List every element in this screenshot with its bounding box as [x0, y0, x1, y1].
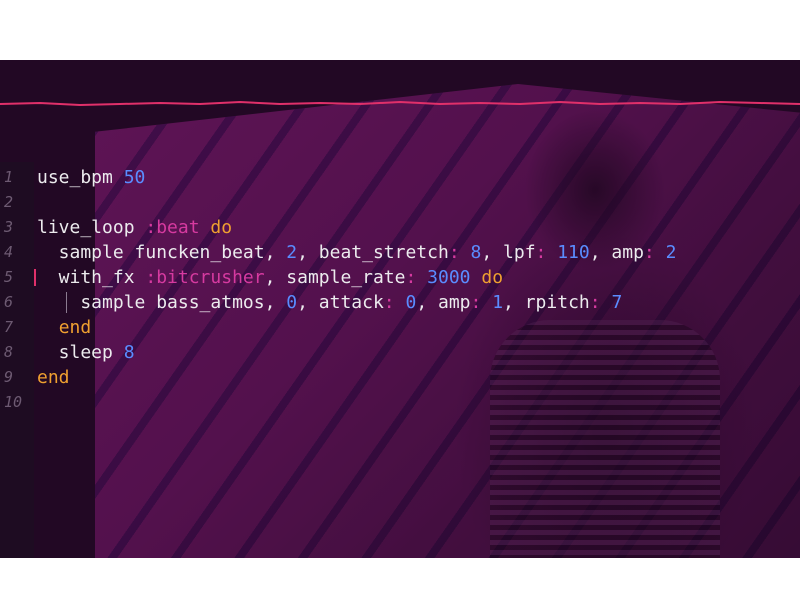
code-token: :: [448, 242, 460, 263]
code-token: , amp: [589, 242, 644, 263]
code-token: use_bpm: [37, 167, 124, 188]
code-token: 0: [286, 292, 298, 313]
line-number: 6: [4, 293, 14, 311]
code-token: , sample_rate: [264, 267, 406, 288]
code-text: use_bpm 50: [37, 165, 145, 190]
code-token: 2: [286, 242, 298, 263]
code-token: :: [589, 292, 601, 313]
line-number: 9: [4, 368, 14, 386]
code-line[interactable]: 4 sample funcken_beat, 2, beat_stretch: …: [0, 240, 800, 265]
line-number: 1: [4, 168, 14, 186]
code-token: sample bass_atmos,: [37, 292, 287, 313]
code-line[interactable]: 8 sleep 8: [0, 340, 800, 365]
code-line[interactable]: 3 live_loop :beat do: [0, 215, 800, 240]
code-text: sample bass_atmos, 0, attack: 0, amp: 1,…: [37, 290, 622, 315]
code-line[interactable]: 2: [0, 190, 800, 215]
line-number: 4: [4, 243, 14, 261]
code-text: sleep 8: [37, 340, 135, 365]
code-text: live_loop :beat do: [37, 215, 232, 240]
code-text: sample funcken_beat, 2, beat_stretch: 8,…: [37, 240, 677, 265]
code-token: live_loop: [37, 217, 146, 238]
code-line[interactable]: 5 with_fx :bitcrusher, sample_rate: 3000…: [0, 265, 800, 290]
code-text: end: [37, 315, 92, 340]
code-line[interactable]: 6 sample bass_atmos, 0, attack: 0, amp: …: [0, 290, 800, 315]
code-token: :: [383, 292, 395, 313]
code-text: with_fx :bitcrusher, sample_rate: 3000 d…: [37, 265, 503, 290]
code-token: end: [58, 317, 92, 338]
code-token: 8: [123, 342, 135, 363]
cursor-marker: [34, 269, 36, 286]
code-token: 0: [405, 292, 417, 313]
video-frame: 1 use_bpm 50 2 3 live_loop :beat do 4 sample …: [0, 60, 800, 558]
code-editor[interactable]: 1 use_bpm 50 2 3 live_loop :beat do 4 sample …: [0, 165, 800, 415]
code-token: , amp: [416, 292, 471, 313]
code-token: 3000: [427, 267, 471, 288]
line-number: 8: [4, 343, 14, 361]
code-token: :: [535, 242, 547, 263]
code-token: end: [37, 367, 70, 388]
code-token: do: [481, 267, 504, 288]
code-token: 110: [557, 242, 590, 263]
code-token: 1: [492, 292, 504, 313]
code-line[interactable]: 7 end: [0, 315, 800, 340]
code-line[interactable]: 10: [0, 390, 800, 415]
code-token: do: [210, 217, 233, 238]
code-token: :: [405, 267, 417, 288]
code-token: , attack: [297, 292, 384, 313]
code-token: :: [643, 242, 655, 263]
line-number: 7: [4, 318, 14, 336]
code-line[interactable]: 9 end: [0, 365, 800, 390]
line-number: 5: [4, 268, 14, 286]
code-token: with_fx: [37, 267, 146, 288]
code-text: end: [37, 365, 70, 390]
code-token: :: [470, 292, 482, 313]
code-token: , rpitch: [503, 292, 590, 313]
code-token: 50: [123, 167, 146, 188]
audio-scope-waveform: [0, 100, 800, 107]
line-number: 10: [4, 393, 23, 411]
code-token: 7: [611, 292, 623, 313]
code-token: :bitcrusher: [145, 267, 265, 288]
code-token: 8: [470, 242, 482, 263]
code-token: :beat: [145, 217, 200, 238]
code-token: sample funcken_beat,: [37, 242, 287, 263]
code-token: sleep: [37, 342, 124, 363]
code-token: 2: [665, 242, 677, 263]
code-line[interactable]: 1 use_bpm 50: [0, 165, 800, 190]
line-number: 3: [4, 218, 14, 236]
line-number: 2: [4, 193, 14, 211]
code-token: , lpf: [481, 242, 536, 263]
code-token: , beat_stretch: [297, 242, 449, 263]
